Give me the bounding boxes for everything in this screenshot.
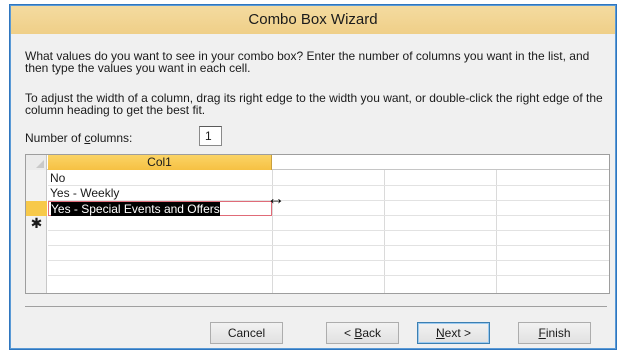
grid-line [272, 155, 273, 293]
cancel-button[interactable]: Cancel [210, 322, 283, 344]
grid-line [384, 155, 385, 293]
back-button[interactable]: < Back [326, 322, 399, 344]
grid-cell[interactable]: No [48, 171, 272, 186]
grid-line [496, 155, 497, 293]
finish-button[interactable]: Finish [518, 322, 591, 344]
grid-line [48, 245, 609, 246]
current-row-selector[interactable] [26, 201, 47, 216]
new-record-icon[interactable]: ✱ [26, 216, 47, 231]
number-of-columns-label: Number of columns: [25, 128, 132, 148]
column-header-col1[interactable]: Col1 [48, 155, 272, 170]
finish-accel: F [538, 326, 546, 340]
instruction-text-1: What values do you want to see in your c… [25, 49, 590, 75]
select-all-corner[interactable] [26, 155, 47, 170]
number-of-columns-input[interactable]: 1 [199, 126, 222, 146]
dialog-title: Combo Box Wizard [11, 6, 615, 34]
grid-line [48, 260, 609, 261]
column-resize-cursor-icon: ↔ [267, 188, 285, 208]
next-accel: N [435, 326, 445, 340]
row-selector[interactable] [26, 171, 47, 186]
combo-box-wizard-dialog: Combo Box Wizard What values do you want… [9, 4, 617, 350]
dialog-body: What values do you want to see in your c… [11, 34, 615, 348]
next-suffix: ext > [444, 326, 472, 340]
selected-cell-text: Yes - Special Events and Offers [51, 202, 220, 216]
values-grid[interactable]: Col1 No Yes - Weekly Yes - Special Event… [25, 154, 610, 294]
label-suffix: olumns: [90, 131, 133, 145]
grid-cell-editing[interactable]: Yes - Special Events and Offers [48, 201, 272, 216]
back-suffix: ack [362, 326, 382, 340]
row-selector[interactable] [26, 186, 47, 201]
grid-line [48, 230, 609, 231]
instruction-text-2: To adjust the width of a column, drag it… [25, 91, 603, 117]
next-button[interactable]: Next > [417, 322, 490, 344]
finish-suffix: inish [545, 326, 571, 340]
grid-cell[interactable]: Yes - Weekly [48, 186, 272, 201]
back-prefix: < [343, 326, 355, 340]
grid-line [48, 275, 609, 276]
button-divider [25, 306, 607, 307]
label-prefix: Number of [25, 131, 85, 145]
